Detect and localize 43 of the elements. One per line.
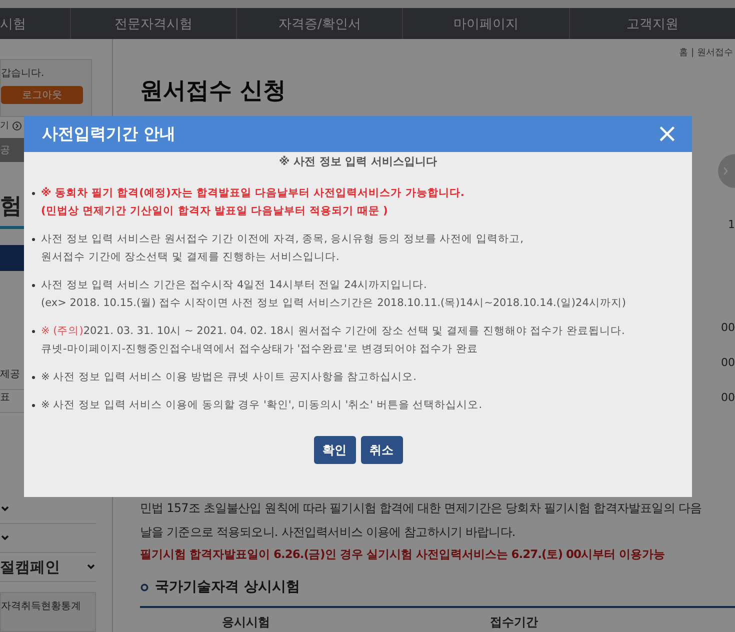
bullet-icon <box>32 192 35 195</box>
dialog-title: 사전입력기간 안내 <box>42 124 176 144</box>
greeting-text: 갑습니다. <box>1 67 46 80</box>
table-value: 00 <box>721 321 735 334</box>
nav-tab[interactable]: 마이페이지 <box>402 8 569 39</box>
stats-link[interactable]: 자격취득현황통계 <box>0 592 96 632</box>
close-button[interactable]: × <box>656 122 678 146</box>
breadcrumb: 홈 | 원서접수 <box>678 47 733 59</box>
dialog-subtitle: ※ 사전 정보 입력 서비스입니다 <box>278 154 438 170</box>
column-header: 접수기간 <box>490 614 538 631</box>
page-title: 원서접수 신청 <box>140 77 288 106</box>
notice-item: 사전 정보 입력 서비스란 원서접수 기간 이전에 자격, 종목, 응시유형 등의 정보를 사전에 입력하고, 원서접수 기간에 장소선택 및 결제를 진행하는 서비스입니다. <box>41 232 524 265</box>
table-value: 1 <box>728 218 735 231</box>
sidebar-heading: 험 <box>0 194 22 220</box>
warning-text: 필기시험 합격자발표일이 6.26.(금)인 경우 실기시험 사전입력서비스는 6.27.(토) 00시부터 이용가능 <box>140 546 666 563</box>
notice-item: ※ 동회차 필기 합격(예정)자는 합격발표일 다음날부터 사전입력서비스가 가능합니다. (민법상 면제기간 기산일이 합격자 발표일 다음날부터 적용되기 때문 ) <box>41 186 464 219</box>
section-heading: 국가기술자격 상시시험 <box>155 578 300 596</box>
notice-item: ※ 사전 정보 입력 서비스 이용 방법은 큐넷 사이트 공지사항을 참고하십시오. <box>41 370 417 385</box>
nav-tab[interactable]: 전문자격시험 <box>70 8 236 39</box>
bullet-icon <box>32 376 35 379</box>
notice-item: ※ 사전 정보 입력 서비스 이용에 동의할 경우 '확인', 미동의시 '취소' 버튼을 선택하십시오. <box>41 398 482 413</box>
chevron-down-icon[interactable] <box>0 504 10 514</box>
dialog-button[interactable]: 확인 <box>314 436 356 464</box>
bullet-icon <box>32 284 35 287</box>
bullet-icon <box>32 238 35 241</box>
bullet-icon <box>140 582 149 592</box>
sidebar-menu-item[interactable]: 절캠페인 <box>0 558 60 576</box>
sidebar-link[interactable]: 기 <box>0 119 9 132</box>
chevron-down-icon[interactable] <box>86 562 96 572</box>
table-value: 00 <box>721 356 735 369</box>
nav-tab[interactable]: 고객지원 <box>568 8 735 39</box>
table-value: 00 <box>721 391 735 404</box>
bullet-icon <box>32 404 35 407</box>
logout-button[interactable]: 로그아웃 <box>1 86 83 104</box>
notice-item: 사전 정보 입력 서비스 기간은 접수시작 4일전 14시부터 전일 24시까지입니다. (ex> 2018. 10.15.(월) 접수 시작이면 사전 정보 입력 서비스기간은 2018.10.11.(목)14시~2018.10.14.(일)24시까지) <box>41 278 626 311</box>
nav-tab[interactable]: 자격증/확인서 <box>236 8 402 39</box>
column-header: 응시시험 <box>222 614 270 631</box>
chevron-down-icon[interactable] <box>0 533 10 543</box>
dialog-button[interactable]: 취소 <box>360 436 402 464</box>
bullet-icon <box>32 330 35 333</box>
nav-tab[interactable]: 시험 <box>0 8 70 39</box>
notice-item: ※ (주의)2021. 03. 31. 10시 ~ 2021. 04. 02. 18시 원서접수 기간에 장소 선택 및 결제를 진행해야 접수가 완료됩니다. 큐넷-마이페이지-진행중인접수내역에서 접수상태가 '접수완료'로 변경되어야 접수가 완료 <box>41 324 625 357</box>
notice-paragraph: 민법 157조 초일불산입 원칙에 따라 필기시험 합격에 대한 면제기간은 당회차 필기시험 합격자발표일의 다음날을 기준으로 적용되오니. 사전입력서비스 이용에 참고하시기 바랍니다. <box>140 500 702 541</box>
